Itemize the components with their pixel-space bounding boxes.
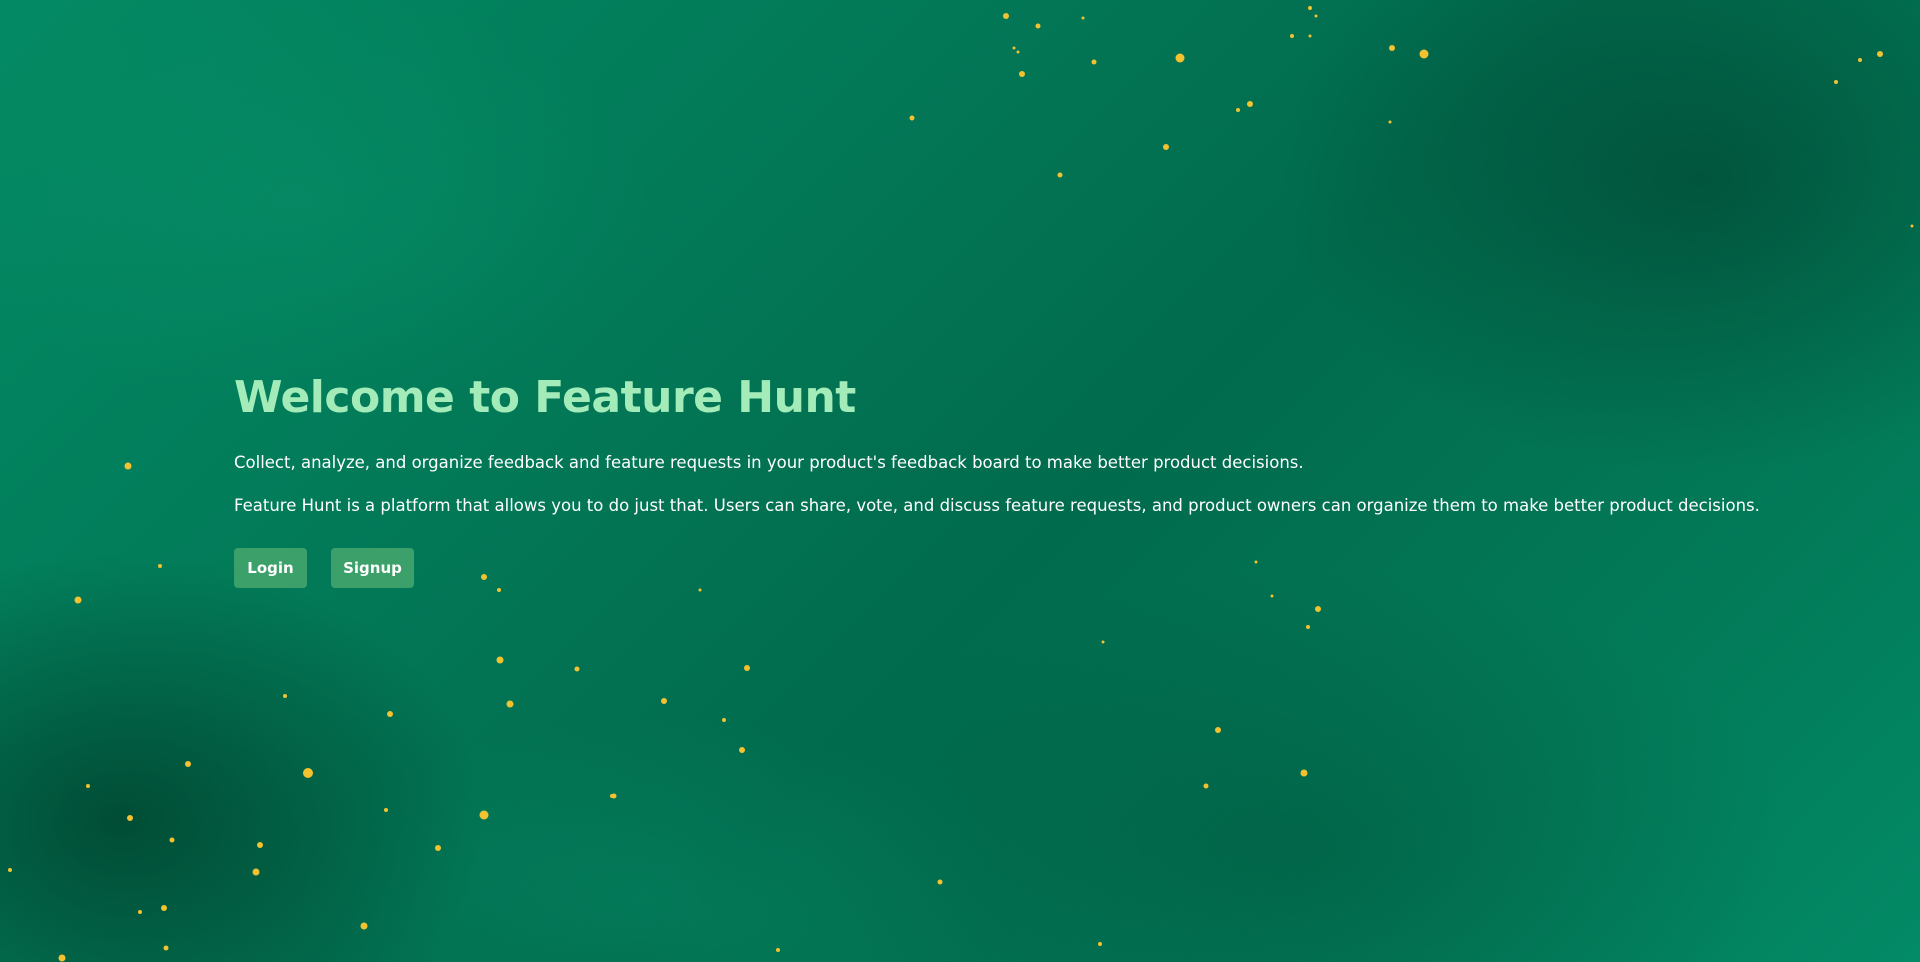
- signup-button[interactable]: Signup: [331, 548, 414, 588]
- hero-section: Welcome to Feature Hunt Collect, analyze…: [234, 366, 1874, 588]
- auth-actions: Login Signup: [234, 548, 1874, 588]
- hero-details: Feature Hunt is a platform that allows y…: [234, 496, 1760, 515]
- login-button[interactable]: Login: [234, 548, 307, 588]
- hero-description: Collect, analyze, and organize feedback …: [234, 453, 1304, 472]
- page-title: Welcome to Feature Hunt: [234, 372, 856, 423]
